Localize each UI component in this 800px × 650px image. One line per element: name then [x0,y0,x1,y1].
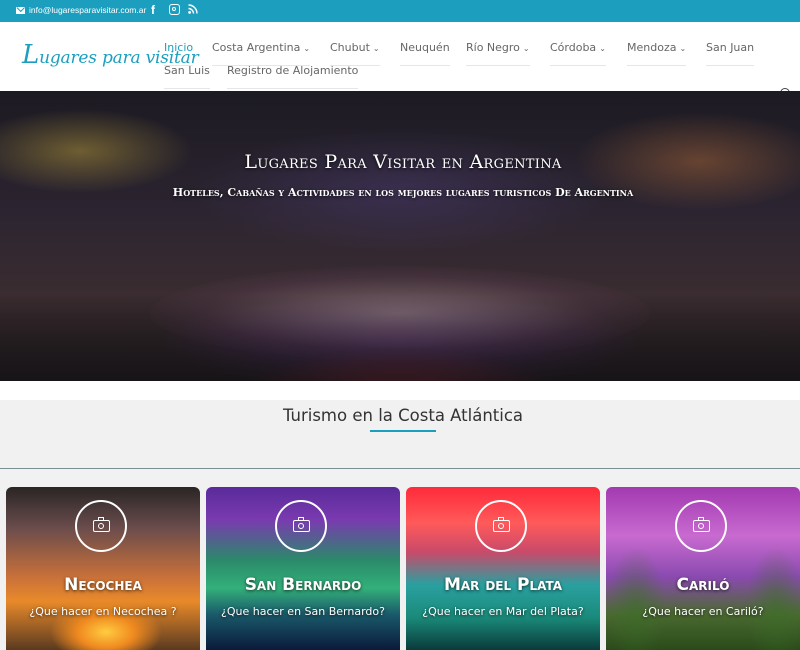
nav-label: Chubut [330,41,370,54]
card-san-bernardo[interactable]: San Bernardo ¿Que hacer en San Bernardo? [206,487,400,650]
top-info-bar: info@lugaresparavisitar.com.ar f [0,0,800,22]
nav-item-san-juan[interactable]: San Juan [706,41,755,66]
mail-icon [16,6,25,14]
nav-label: Neuquén [400,41,450,54]
nav-item-rio-negro[interactable]: Río Negro ⌄ [466,41,530,66]
nav-label: Río Negro [466,41,520,54]
nav-item-costa-argentina[interactable]: Costa Argentina ⌄ [212,41,311,66]
nav-item-chubut[interactable]: Chubut ⌄ [330,41,380,66]
nav-item-mendoza[interactable]: Mendoza ⌄ [627,41,687,66]
card-carilo[interactable]: Cariló ¿Que hacer en Cariló? [606,487,800,650]
section-divider [0,468,800,469]
nav-item-cordoba[interactable]: Córdoba ⌄ [550,41,606,66]
nav-label: Córdoba [550,41,597,54]
instagram-icon[interactable] [169,4,180,15]
hero-title: Lugares Para Visitar en Argentina [244,151,562,173]
nav-label: Costa Argentina [212,41,301,54]
email-link[interactable]: info@lugaresparavisitar.com.ar [16,5,146,15]
facebook-icon[interactable]: f [151,3,155,17]
nav-label: Mendoza [627,41,677,54]
card-title: Cariló [676,575,730,595]
nav-item-neuquen[interactable]: Neuquén [400,41,450,66]
camera-icon [75,500,127,552]
nav-label: Inicio [164,41,194,54]
card-link[interactable]: ¿Que hacer en Necochea ? [18,604,188,620]
chevron-down-icon: ⌄ [679,44,687,53]
card-title: San Bernardo [244,575,362,595]
hero-banner: Lugares Para Visitar en Argentina Hotele… [0,91,800,381]
camera-icon [475,500,527,552]
camera-icon [275,500,327,552]
card-mar-del-plata[interactable]: Mar del Plata ¿Que hacer en Mar del Plat… [406,487,600,650]
card-necochea[interactable]: Necochea ¿Que hacer en Necochea ? [6,487,200,650]
card-title: Necochea [64,575,142,595]
email-text: info@lugaresparavisitar.com.ar [29,5,147,15]
nav-item-registro-alojamiento[interactable]: Registro de Alojamiento [227,64,359,89]
card-link[interactable]: ¿Que hacer en Cariló? [618,604,788,620]
camera-icon [675,500,727,552]
nav-label: San Juan [706,41,755,54]
hero-subtitle: Hoteles, Cabañas y Actividades en los me… [172,186,634,199]
chevron-down-icon: ⌄ [522,44,530,53]
nav-label: Registro de Alojamiento [227,64,359,77]
card-link[interactable]: ¿Que hacer en San Bernardo? [218,604,388,620]
chevron-down-icon: ⌄ [599,44,606,53]
title-underline [370,430,436,432]
nav-item-san-luis[interactable]: San Luis [164,64,210,89]
nav-label: San Luis [164,64,210,77]
nav-item-inicio[interactable]: Inicio [164,41,194,66]
chevron-down-icon: ⌄ [303,44,311,53]
rss-icon[interactable] [188,4,198,14]
section-title: Turismo en la Costa Atlántica [282,406,524,425]
hero-crowd-image [0,296,800,381]
chevron-down-icon: ⌄ [372,44,380,53]
costa-atlantica-section: Turismo en la Costa Atlántica Necochea ¿… [0,400,800,650]
card-title: Mar del Plata [443,575,563,595]
logo-initial: L [22,40,40,70]
card-link[interactable]: ¿Que hacer en Mar del Plata? [418,604,588,620]
